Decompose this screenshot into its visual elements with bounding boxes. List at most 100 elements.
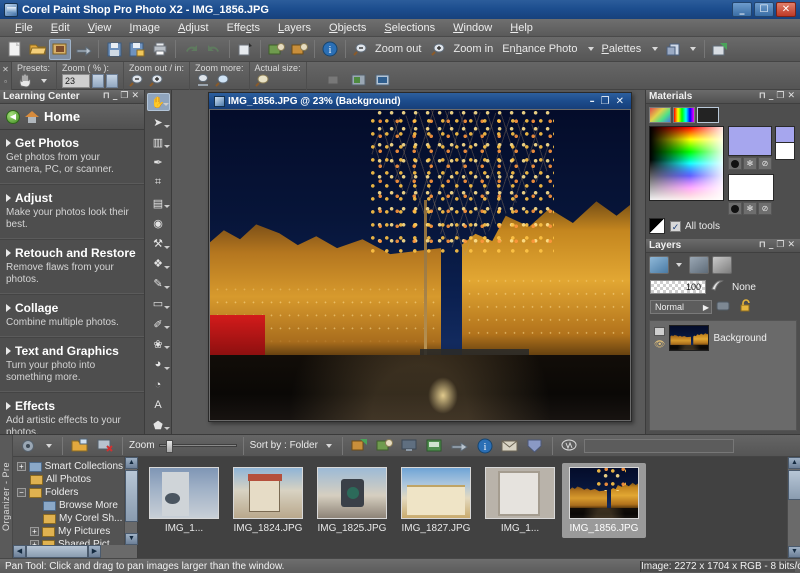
delete-layer-icon[interactable] <box>689 256 709 274</box>
materials-frame-tab[interactable] <box>649 107 671 123</box>
thumbnails-vertical-scrollbar[interactable]: ▲ ▼ <box>787 457 800 558</box>
lc-pin-icon[interactable]: ⊓ <box>103 92 110 101</box>
bg-texture-icon[interactable]: ✻ <box>743 202 757 215</box>
document-close-button[interactable]: ✕ <box>616 96 624 107</box>
organizer-tab[interactable]: Organizer - Pre <box>0 435 13 558</box>
lc-close-icon[interactable]: ✕ <box>131 92 139 101</box>
fg-texture-icon[interactable]: ✻ <box>743 157 757 170</box>
actual-size-icon[interactable] <box>255 73 273 89</box>
materials-close-icon[interactable]: ✕ <box>787 92 795 101</box>
materials-minimize-icon[interactable]: _ <box>769 92 774 101</box>
options-extra-1-icon[interactable] <box>327 73 345 89</box>
lc-item-effects[interactable]: Effects Add artistic effects to your pho… <box>0 392 144 434</box>
straighten-tool[interactable]: ▤ <box>147 194 170 212</box>
picture-tube-tool[interactable]: ❀ <box>147 335 170 353</box>
layers-close-icon[interactable]: ✕ <box>787 241 795 250</box>
options-bar-gripper[interactable]: ✕▫ <box>0 62 12 90</box>
options-zoom-out-icon[interactable] <box>129 73 147 89</box>
thumbnails-scroll-up-button[interactable]: ▲ <box>788 457 800 469</box>
paint-brush-tool[interactable]: ✎ <box>147 275 170 293</box>
eraser-tool[interactable]: ▭ <box>147 295 170 313</box>
edit-image-icon[interactable] <box>374 437 396 455</box>
list-item[interactable]: IMG_1... <box>142 463 226 538</box>
undo-icon[interactable] <box>180 39 202 60</box>
tree-scroll-left-button[interactable]: ◀ <box>13 545 26 558</box>
organizer-settings-chevron-down-icon[interactable] <box>46 444 52 448</box>
lc-minimize-icon[interactable]: _ <box>113 92 118 101</box>
list-item[interactable]: IMG_1... <box>478 463 562 538</box>
options-zoom-in-icon[interactable] <box>149 73 167 89</box>
zoom-100-icon[interactable] <box>215 73 233 89</box>
info-icon[interactable]: i <box>319 39 341 60</box>
new-layer-chevron-down-icon[interactable] <box>676 263 682 267</box>
learning-center-home-row[interactable]: ◀ Home <box>0 104 144 130</box>
makeover-tool[interactable]: ⚒ <box>147 234 170 252</box>
export-icon[interactable] <box>449 437 471 455</box>
lc-item-adjust[interactable]: Adjust Make your photos look their best. <box>0 184 144 239</box>
tree-node[interactable]: + Smart Collections <box>13 460 123 473</box>
photo-fix-icon[interactable] <box>288 39 310 60</box>
fg-null-icon[interactable]: ⊘ <box>758 157 772 170</box>
layer-lock-icon[interactable] <box>738 299 756 315</box>
pick-tool[interactable]: ➤ <box>147 113 170 131</box>
text-tool[interactable]: A <box>147 396 170 414</box>
open-icon[interactable] <box>26 39 48 60</box>
table-row[interactable]: 👁 Background <box>654 325 792 351</box>
photo-canvas[interactable] <box>210 110 630 420</box>
list-item[interactable]: IMG_1856.JPG <box>562 463 646 538</box>
tree-vertical-scrollbar[interactable]: ▲ ▼ <box>124 457 137 545</box>
background-swatch[interactable] <box>728 174 774 201</box>
lc-item-text-and-graphics[interactable]: Text and Graphics Turn your photo into s… <box>0 337 144 392</box>
menu-view[interactable]: View <box>79 20 121 36</box>
sort-by-dropdown[interactable]: Sort by : Folder <box>250 440 336 451</box>
bg-color-icon[interactable] <box>728 202 742 215</box>
background-secondary-swatch[interactable] <box>775 142 795 160</box>
layer-visibility-icon[interactable]: 👁 <box>654 339 665 350</box>
capture-icon[interactable] <box>72 39 94 60</box>
options-extra-3-icon[interactable] <box>375 73 393 89</box>
script-icon[interactable] <box>663 39 685 60</box>
bg-null-icon[interactable]: ⊘ <box>758 202 772 215</box>
menu-edit[interactable]: Edit <box>42 20 79 36</box>
open-image-icon[interactable] <box>349 437 371 455</box>
print-photos-icon[interactable] <box>424 437 446 455</box>
options-extra-2-icon[interactable] <box>351 73 369 89</box>
lc-item-retouch-and-restore[interactable]: Retouch and Restore Remove flaws from yo… <box>0 239 144 294</box>
quick-fix-icon[interactable] <box>265 39 287 60</box>
layers-minimize-icon[interactable]: _ <box>769 241 774 250</box>
tree-node[interactable]: My Corel Sh... <box>13 512 123 525</box>
list-item[interactable]: IMG_1825.JPG <box>310 463 394 538</box>
shape-tool[interactable]: ⬟ <box>147 416 170 434</box>
thumbnail-strip[interactable]: IMG_1... IMG_1824.JPG <box>138 457 800 558</box>
search-input[interactable] <box>584 439 734 453</box>
organizer-zoom-slider[interactable] <box>159 444 237 447</box>
menu-layers[interactable]: Layers <box>269 20 320 36</box>
tree-collapser-icon[interactable]: − <box>17 488 26 497</box>
slideshow-icon[interactable] <box>399 437 421 455</box>
layers-pin-icon[interactable]: ⊓ <box>759 241 766 250</box>
tree-node[interactable]: All Photos <box>13 473 123 486</box>
layer-blend-mode-select[interactable]: Normal▶ <box>650 300 712 314</box>
enhance-photo-label[interactable]: Enhance Photo <box>500 43 583 55</box>
tree-scroll-thumb[interactable] <box>125 470 138 522</box>
document-maximize-button[interactable]: ❐ <box>601 96 610 107</box>
all-tools-checkbox[interactable]: ✓ <box>670 221 681 232</box>
zoom-percent-spinner[interactable] <box>92 74 104 88</box>
layer-properties-icon[interactable] <box>712 256 732 274</box>
tree-node[interactable]: + My Pictures <box>13 525 123 538</box>
save-icon[interactable] <box>103 39 125 60</box>
print-icon[interactable] <box>149 39 171 60</box>
palettes-label[interactable]: Palettes <box>599 43 647 55</box>
enhance-photo-chevron-down-icon[interactable] <box>588 47 594 51</box>
menu-adjust[interactable]: Adjust <box>169 20 218 36</box>
selection-tool[interactable]: ▥ <box>147 134 170 152</box>
email-icon[interactable] <box>499 437 521 455</box>
new-icon[interactable] <box>3 39 25 60</box>
red-eye-tool[interactable]: ◉ <box>147 214 170 232</box>
all-tools-row[interactable]: ✓ All tools <box>670 221 720 232</box>
tree-scroll-up-button[interactable]: ▲ <box>125 457 138 469</box>
color-picker-wheel[interactable] <box>649 126 724 201</box>
presets-hand-icon[interactable] <box>17 73 35 89</box>
materials-swatches-tab[interactable] <box>697 107 719 123</box>
delete-icon[interactable] <box>234 39 256 60</box>
